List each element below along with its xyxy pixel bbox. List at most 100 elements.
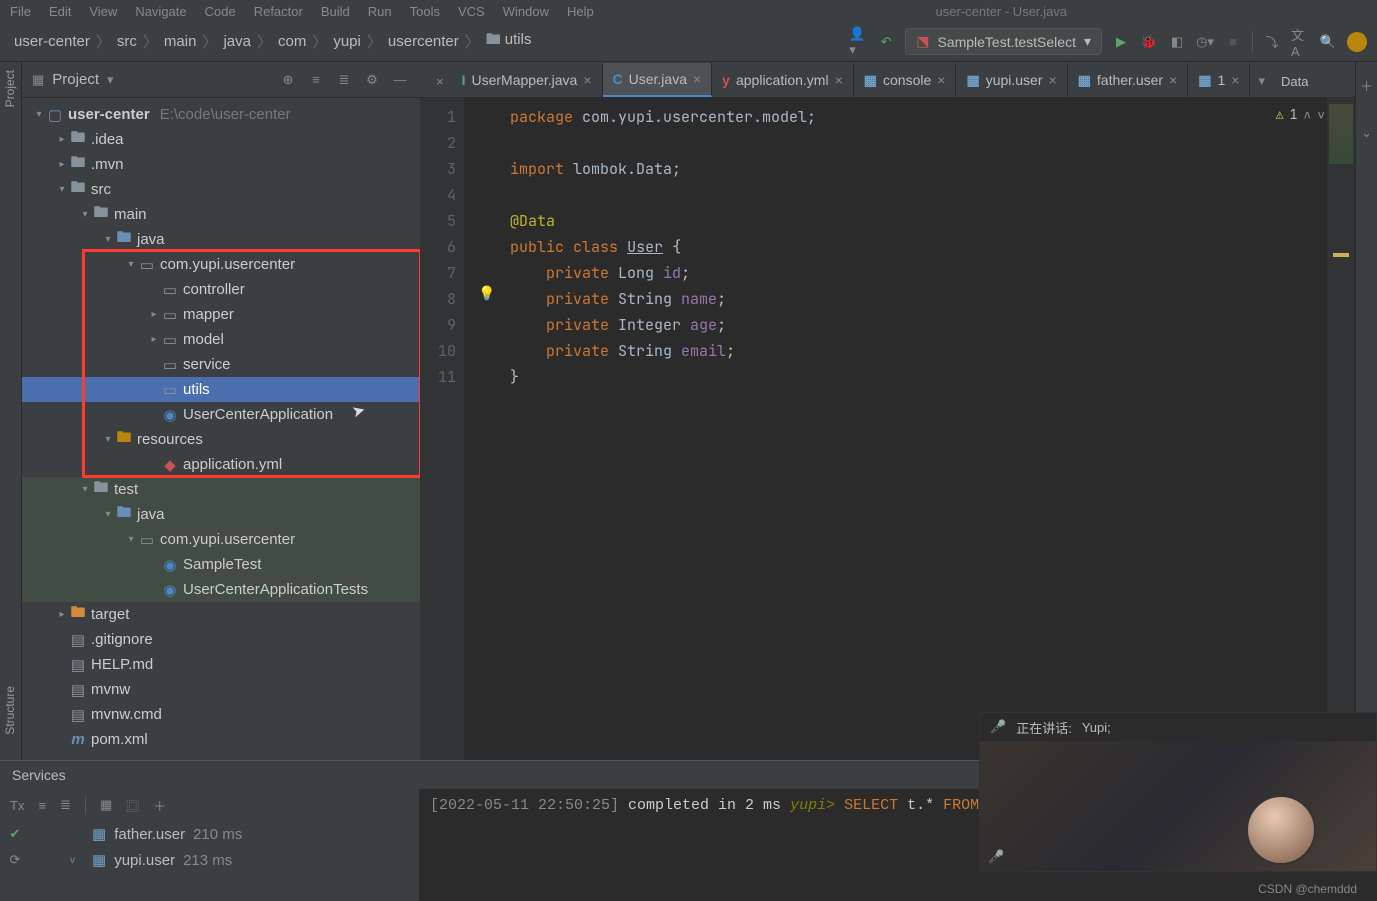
breadcrumb-item[interactable]: yupi	[333, 33, 361, 50]
mic-icon[interactable]: 🎤	[990, 719, 1006, 735]
tree-row[interactable]: ◉UserCenterApplicationTests	[22, 577, 420, 602]
menu-item[interactable]: View	[89, 4, 117, 19]
mic-mute-icon[interactable]: 🎤	[988, 849, 1004, 865]
menu-item[interactable]: Code	[205, 4, 236, 19]
add-icon[interactable]: ＋	[153, 796, 166, 815]
breadcrumb-item[interactable]: src	[117, 33, 137, 50]
breadcrumb-item[interactable]: 🖿utils	[486, 29, 532, 54]
tree-arrow-icon[interactable]: ▾	[55, 184, 69, 195]
collapse-icon[interactable]: ≣	[60, 797, 71, 813]
tree-arrow-icon[interactable]: ▾	[101, 509, 115, 520]
tree-row[interactable]: ▾🖿test	[22, 477, 420, 502]
extra-tab[interactable]: Data	[1273, 66, 1316, 97]
inspections-widget[interactable]: ⚠ 1 ∧ ∨	[1276, 106, 1325, 123]
hide-icon[interactable]: —	[390, 72, 410, 87]
menu-item[interactable]: Tools	[410, 4, 440, 19]
tree-row[interactable]: ▸▭mapper	[22, 302, 420, 327]
code-text[interactable]: package com.yupi.usercenter.model; impor…	[464, 98, 1355, 760]
expand-icon[interactable]: ≡	[38, 798, 46, 813]
intention-bulb-icon[interactable]: 💡	[478, 285, 495, 303]
locate-icon[interactable]: ⊕	[278, 72, 298, 88]
editor-tab[interactable]: ▦father.user×	[1068, 63, 1189, 97]
tree-row[interactable]: ▾▭com.yupi.usercenter	[22, 252, 420, 277]
tree-row[interactable]: ▤.gitignore	[22, 627, 420, 652]
menu-item[interactable]: Build	[321, 4, 350, 19]
tree-arrow-icon[interactable]: ▾	[101, 434, 115, 445]
git-button[interactable]: ⤵	[1263, 33, 1281, 51]
tree-arrow-icon[interactable]: ▸	[55, 134, 69, 145]
filter-icon[interactable]: Tx	[10, 798, 24, 813]
menu-item[interactable]: Navigate	[135, 4, 186, 19]
close-icon[interactable]: ×	[1231, 72, 1239, 88]
avatar-icon[interactable]	[1347, 32, 1367, 52]
editor-tab[interactable]: yapplication.yml×	[712, 63, 854, 97]
close-icon[interactable]: ×	[583, 72, 591, 88]
tree-row[interactable]: ▭utils	[22, 377, 420, 402]
tree-row[interactable]: ▾🖿java	[22, 227, 420, 252]
tree-row[interactable]: ▤mvnw.cmd	[22, 702, 420, 727]
chevron-down-icon[interactable]: ⌄	[1356, 125, 1377, 141]
tree-row[interactable]: ▸🖿.idea	[22, 127, 420, 152]
tree-row[interactable]: ▾▭com.yupi.usercenter	[22, 527, 420, 552]
tree-arrow-icon[interactable]: ▸	[147, 309, 161, 320]
breadcrumb-item[interactable]: usercenter	[388, 33, 459, 50]
editor-minimap[interactable]	[1327, 98, 1355, 760]
search-icon[interactable]: 🔍	[1319, 33, 1337, 51]
gear-icon[interactable]: ⚙	[362, 72, 382, 88]
structure-tool-tab[interactable]: Structure	[0, 678, 20, 743]
tree-row[interactable]: ▭controller	[22, 277, 420, 302]
editor-tab[interactable]: IUserMapper.java×	[452, 63, 603, 97]
tree-row[interactable]: ▸🖿.mvn	[22, 152, 420, 177]
tree-arrow-icon[interactable]: ▾	[124, 534, 138, 545]
collapse-icon[interactable]: ≣	[334, 72, 354, 88]
tree-row[interactable]: ◉SampleTest	[22, 552, 420, 577]
tree-arrow-icon[interactable]: ▾	[78, 209, 92, 220]
menu-item[interactable]: File	[10, 4, 31, 19]
tree-row[interactable]: ▸🖿target	[22, 602, 420, 627]
grid-icon[interactable]: ▦	[100, 797, 112, 813]
tree-arrow-icon[interactable]: ▸	[55, 159, 69, 170]
tree-arrow-icon[interactable]: ▾	[124, 259, 138, 270]
prev-icon[interactable]: ∧	[1303, 106, 1311, 123]
close-icon[interactable]: ×	[1049, 72, 1057, 88]
tree-row[interactable]: ▾🖿main	[22, 202, 420, 227]
next-icon[interactable]: ∨	[1317, 106, 1325, 123]
close-icon[interactable]: ×	[1169, 72, 1177, 88]
breadcrumb-item[interactable]: user-center	[14, 33, 90, 50]
services-tree[interactable]: ▦ father.user 210 ms v▦ yupi.user 213 ms	[30, 821, 242, 873]
tree-row[interactable]: ◆application.yml	[22, 452, 420, 477]
menu-item[interactable]: Window	[503, 4, 549, 19]
breadcrumb-item[interactable]: java	[223, 33, 251, 50]
profile-button[interactable]: ◷▾	[1196, 33, 1214, 51]
project-tool-tab[interactable]: Project	[0, 62, 20, 115]
tree-row[interactable]: ▤mvnw	[22, 677, 420, 702]
add-tool-icon[interactable]: ＋	[1356, 76, 1377, 95]
back-icon[interactable]: ↶	[877, 33, 895, 51]
debug-button[interactable]: 🐞	[1140, 33, 1158, 51]
close-icon[interactable]: ×	[835, 72, 843, 88]
expand-icon[interactable]: ≡	[306, 72, 326, 87]
close-icon[interactable]: ×	[937, 72, 945, 88]
tree-row[interactable]: ▾🖿java	[22, 502, 420, 527]
run-configuration-select[interactable]: ⬔ SampleTest.testSelect ▾	[905, 28, 1102, 55]
tree-arrow-icon[interactable]: ▸	[55, 609, 69, 620]
tree-row[interactable]: mpom.xml	[22, 727, 420, 752]
translate-icon[interactable]: 文A	[1291, 33, 1309, 51]
menu-item[interactable]: Edit	[49, 4, 71, 19]
coverage-button[interactable]: ◧	[1168, 33, 1186, 51]
editor-tab[interactable]: ▦1×	[1188, 63, 1250, 97]
menu-item[interactable]: Refactor	[254, 4, 303, 19]
editor-tab[interactable]: CUser.java×	[603, 63, 713, 97]
dropdown-icon[interactable]: ▾	[107, 72, 114, 88]
add-user-icon[interactable]: 👤▾	[849, 33, 867, 51]
tree-arrow-icon[interactable]: ▾	[101, 234, 115, 245]
tree-arrow-icon[interactable]: ▾	[78, 484, 92, 495]
tree-row[interactable]: ▾🖿resources	[22, 427, 420, 452]
tab-overflow-icon[interactable]: ▾	[1250, 65, 1273, 97]
tree-row[interactable]: ▾🖿src	[22, 177, 420, 202]
tree-arrow-icon[interactable]: ▸	[147, 334, 161, 345]
menu-item[interactable]: Run	[368, 4, 392, 19]
service-row[interactable]: ▦ father.user 210 ms	[70, 821, 242, 847]
tree-row[interactable]: ▭service	[22, 352, 420, 377]
menu-item[interactable]: VCS	[458, 4, 485, 19]
